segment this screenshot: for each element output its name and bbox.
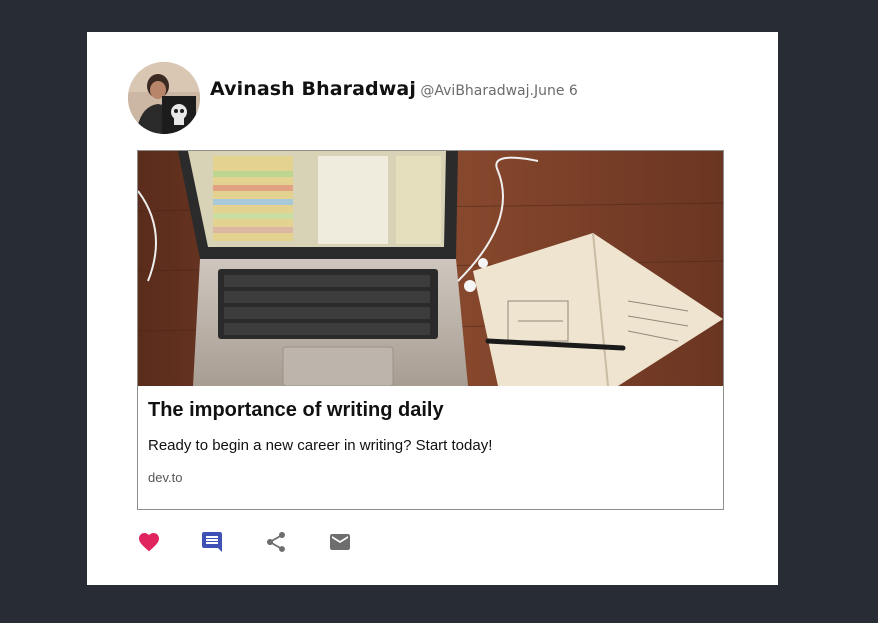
author-name[interactable]: Avinash Bharadwaj [210,78,416,100]
heart-icon [139,533,159,552]
email-button[interactable] [328,530,352,554]
reply-button[interactable] [200,530,224,554]
link-description: Ready to begin a new career in writing? … [148,437,493,454]
comment-icon [202,532,222,552]
post-card: Avinash Bharadwaj @AviBharadwaj.June 6 T… [87,32,778,585]
share-button[interactable] [264,530,288,554]
link-preview-card[interactable]: The importance of writing daily Ready to… [137,150,724,510]
mail-icon [330,534,350,550]
link-domain[interactable]: dev.to [148,470,182,485]
link-title[interactable]: The importance of writing daily [148,399,444,422]
link-preview-image [138,151,723,386]
author-handle[interactable]: @AviBharadwaj [420,83,529,99]
avatar[interactable] [128,62,200,134]
like-button[interactable] [137,530,161,554]
post-header: Avinash Bharadwaj @AviBharadwaj.June 6 [210,78,578,100]
post-date[interactable]: June 6 [534,83,578,99]
share-icon [267,532,285,552]
